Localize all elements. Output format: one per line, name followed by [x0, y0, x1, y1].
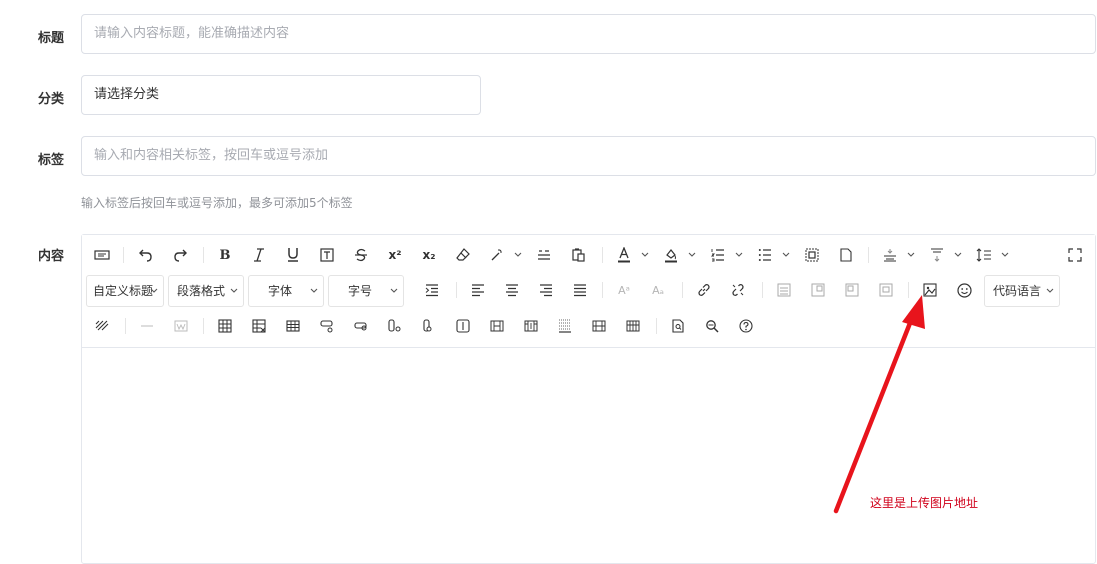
annotation-arrow — [833, 295, 925, 514]
annotation-text: 这里是上传图片地址 — [870, 496, 979, 510]
